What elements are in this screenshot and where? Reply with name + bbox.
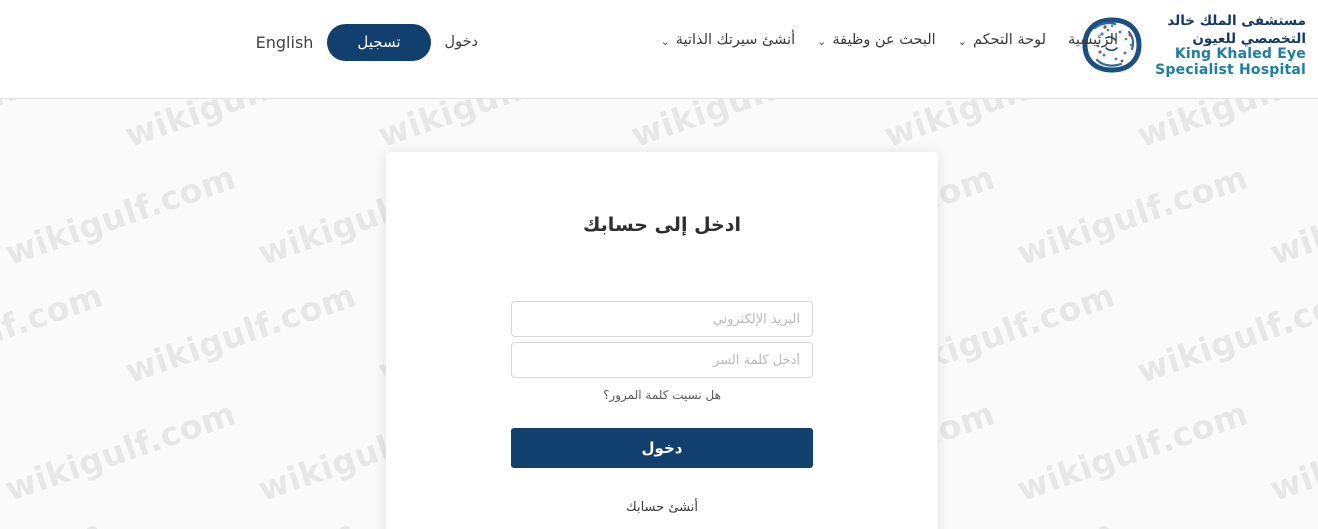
language-switch-english[interactable]: English: [256, 33, 314, 52]
watermark-text: wikigulf.com: [1132, 511, 1318, 529]
chevron-down-icon: ⌄: [957, 34, 967, 48]
nav-item-label: الرئيسية: [1068, 32, 1118, 48]
forgot-password-link[interactable]: هل نسيت كلمة المرور؟: [511, 388, 813, 402]
login-title: ادخل إلى حسابك: [582, 214, 741, 236]
logo-english-line-2: Specialist Hospital: [1155, 62, 1306, 79]
logo-arabic-line-1: مستشفى الملك خالد: [1167, 13, 1306, 30]
watermark-text: wikigulf.com: [0, 157, 241, 273]
chevron-down-icon: ⌄: [660, 34, 670, 48]
nav-item-job-search[interactable]: البحث عن وظيفة ⌄: [817, 32, 936, 48]
watermark-text: wikigulf.com: [1265, 393, 1318, 509]
password-field[interactable]: [511, 342, 813, 378]
nav-item-label: أنشئ سيرتك الذاتية: [675, 32, 796, 48]
watermark-text: wikigulf.com: [1265, 157, 1318, 273]
nav-item-label: البحث عن وظيفة: [832, 32, 936, 48]
main-navigation: الرئيسية لوحة التحكم ⌄ البحث عن وظيفة ⌄ …: [661, 32, 1118, 48]
logo-arabic-line-2: التخصصي للعيون: [1192, 31, 1306, 48]
auth-zone: دخول تسجيل English: [256, 24, 478, 61]
nav-item-home[interactable]: الرئيسية: [1068, 32, 1118, 48]
create-account-link[interactable]: أنشئ حسابك: [386, 500, 938, 515]
chevron-down-icon: ⌄: [817, 34, 827, 48]
watermark-text: wikigulf.com: [120, 511, 361, 529]
watermark-text: wikigulf.com: [1132, 275, 1318, 391]
nav-item-create-cv[interactable]: أنشئ سيرتك الذاتية ⌄: [661, 32, 796, 48]
watermark-text: wikigulf.com: [1012, 393, 1253, 509]
logo-english-line-1: King Khaled Eye: [1174, 46, 1306, 63]
nav-item-label: لوحة التحكم: [972, 32, 1047, 48]
nav-item-dashboard[interactable]: لوحة التحكم ⌄: [958, 32, 1046, 48]
watermark-text: wikigulf.com: [0, 511, 108, 529]
register-button[interactable]: تسجيل: [327, 24, 431, 61]
watermark-text: wikigulf.com: [120, 275, 361, 391]
watermark-text: wikigulf.com: [0, 393, 241, 509]
site-header: مستشفى الملك خالد التخصصي للعيون King Kh…: [0, 0, 1318, 99]
watermark-text: wikigulf.com: [1012, 157, 1253, 273]
logo-wordmark: مستشفى الملك خالد التخصصي للعيون King Kh…: [1155, 11, 1306, 79]
watermark-text: wikigulf.com: [0, 275, 108, 391]
email-field[interactable]: [511, 301, 813, 337]
login-submit-button[interactable]: دخول: [511, 428, 813, 468]
nav-login-link[interactable]: دخول: [445, 34, 478, 50]
login-card: ادخل إلى حسابك هل نسيت كلمة المرور؟ دخول…: [386, 152, 938, 529]
